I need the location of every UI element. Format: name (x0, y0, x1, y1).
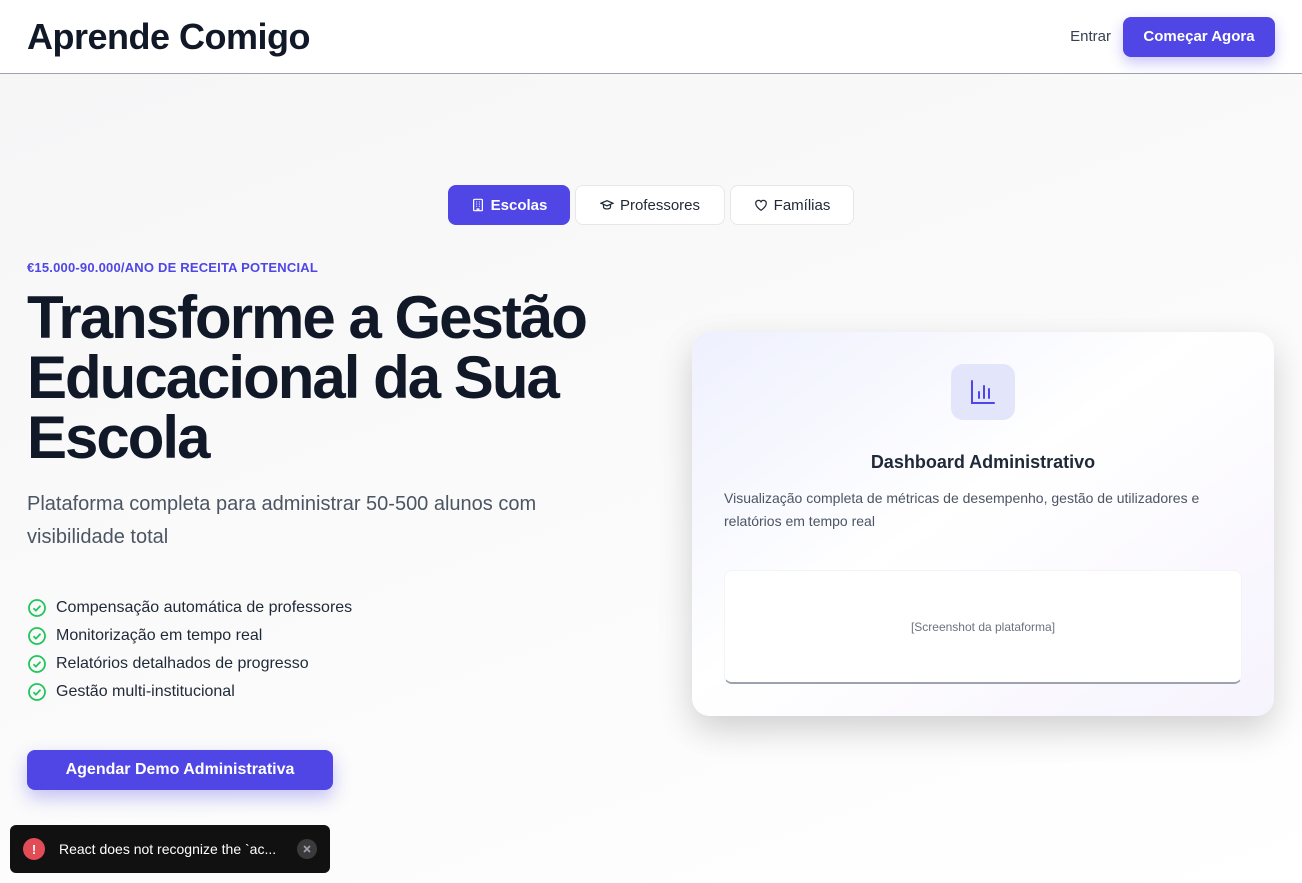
hero-subtitle: Plataforma completa para administrar 50-… (27, 493, 537, 548)
graduation-cap-icon (599, 199, 614, 210)
brand-logo[interactable]: Aprende Comigo (27, 16, 311, 58)
feature-list: Compensação automática de professores Mo… (27, 594, 352, 706)
list-item: Gestão multi-institucional (27, 678, 352, 706)
feature-text: Gestão multi-institucional (56, 683, 235, 700)
tab-professores[interactable]: Professores (575, 185, 725, 225)
bar-chart-icon (971, 380, 995, 404)
close-icon[interactable] (297, 839, 317, 859)
login-link[interactable]: Entrar (1070, 28, 1111, 45)
error-icon: ! (23, 838, 45, 860)
feature-text: Compensação automática de professores (56, 599, 353, 616)
toast-message: React does not recognize the `ac... (59, 841, 277, 857)
get-started-button[interactable]: Começar Agora (1123, 16, 1275, 57)
feature-text: Monitorização em tempo real (56, 627, 263, 644)
check-circle-icon (28, 683, 46, 701)
card-description: Visualização completa de métricas de des… (724, 490, 1200, 529)
card-title: Dashboard Administrativo (870, 452, 1096, 472)
dashboard-preview-card: Dashboard Administrativo Visualização co… (692, 332, 1274, 716)
tab-familias[interactable]: Famílias (730, 185, 854, 225)
audience-tabs: Escolas Professores Famílias (448, 185, 854, 225)
check-circle-icon (28, 599, 46, 617)
screenshot-placeholder: [Screenshot da plataforma] (724, 570, 1242, 684)
check-circle-icon (28, 627, 46, 645)
header-actions: Entrar Começar Agora (1070, 16, 1275, 57)
list-item: Compensação automática de professores (27, 594, 352, 622)
schedule-demo-button[interactable]: Agendar Demo Administrativa (27, 750, 333, 790)
tab-escolas[interactable]: Escolas (448, 185, 570, 225)
revenue-eyebrow: €15.000-90.000/ANO DE RECEITA POTENCIAL (27, 260, 319, 275)
building-icon (472, 198, 483, 212)
hero-title: Transforme a Gestão Educacional da Sua E… (27, 284, 588, 471)
list-item: Monitorização em tempo real (27, 622, 352, 650)
tab-label: Professores (619, 196, 701, 214)
card-icon-container (951, 364, 1015, 420)
feature-text: Relatórios detalhados de progresso (56, 655, 309, 672)
check-circle-icon (28, 655, 46, 673)
list-item: Relatórios detalhados de progresso (27, 650, 352, 678)
heart-icon (754, 199, 767, 211)
error-toast[interactable]: ! React does not recognize the `ac... (10, 825, 330, 873)
site-header: Aprende Comigo Entrar Começar Agora (0, 0, 1302, 74)
tab-label: Famílias (773, 196, 831, 214)
tab-label: Escolas (490, 196, 548, 214)
